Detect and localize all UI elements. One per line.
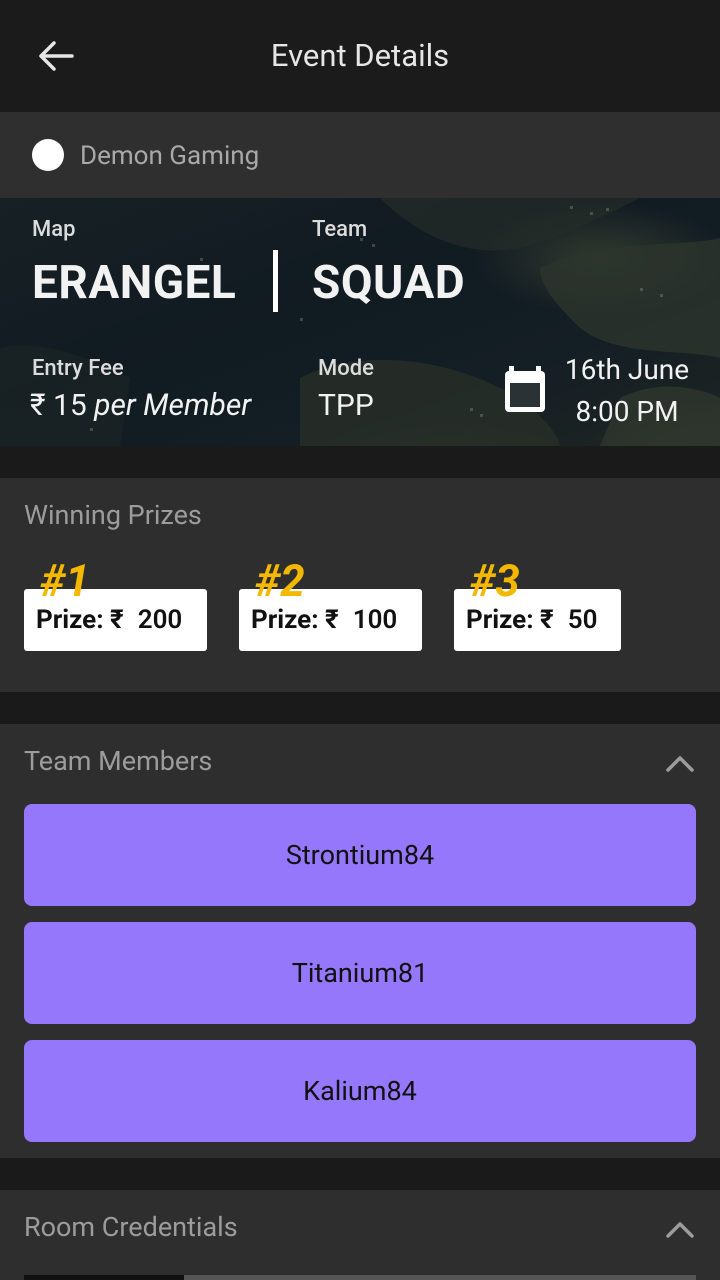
prize-rank-2: #2 (255, 555, 305, 607)
winning-prizes-title: Winning Prizes (24, 499, 202, 531)
team-members-title: Team Members (24, 745, 213, 777)
map-value: ERANGEL (32, 256, 237, 310)
mode-label: Mode (318, 356, 374, 381)
page-title: Event Details (270, 37, 450, 74)
organizer-avatar (32, 139, 64, 171)
team-label: Team (312, 217, 368, 242)
team-member-item[interactable]: Titanium81 (24, 922, 696, 1024)
prize-amount: 100 (352, 605, 398, 635)
prize-amount: 200 (137, 605, 183, 635)
event-date: 16th June (564, 353, 690, 386)
prize-label: Prize: (466, 605, 534, 635)
mode-value: TPP (318, 388, 374, 423)
map-team-divider (273, 250, 278, 312)
team-member-item[interactable]: Strontium84 (24, 804, 696, 906)
entry-fee-currency: ₹ (30, 388, 46, 423)
chevron-up-icon[interactable] (664, 1218, 696, 1242)
credentials-tab-bar (24, 1275, 696, 1280)
entry-fee-value: ₹ 15 per Member (30, 387, 251, 425)
entry-fee-suffix: per Member (94, 388, 252, 423)
team-value: SQUAD (312, 256, 466, 310)
rupee-icon: ₹ (325, 605, 339, 635)
calendar-icon (505, 366, 545, 412)
prize-label: Prize: (251, 605, 319, 635)
rupee-icon: ₹ (110, 605, 124, 635)
room-credentials-title: Room Credentials (24, 1211, 238, 1243)
prize-rank-3: #3 (470, 555, 520, 607)
prize-label: Prize: (36, 605, 104, 635)
entry-fee-amount: 15 (52, 388, 87, 423)
credentials-tab-indicator[interactable] (24, 1275, 184, 1280)
prize-rank-1: #1 (40, 555, 90, 607)
organizer-name: Demon Gaming (80, 141, 260, 171)
prize-amount: 50 (567, 605, 598, 635)
chevron-up-icon[interactable] (664, 752, 696, 776)
rupee-icon: ₹ (540, 605, 554, 635)
event-time: 8:00 PM (575, 395, 679, 428)
team-member-item[interactable]: Kalium84 (24, 1040, 696, 1142)
entry-fee-label: Entry Fee (32, 356, 124, 381)
app-bar: Event Details (0, 0, 720, 112)
map-label: Map (32, 217, 76, 242)
